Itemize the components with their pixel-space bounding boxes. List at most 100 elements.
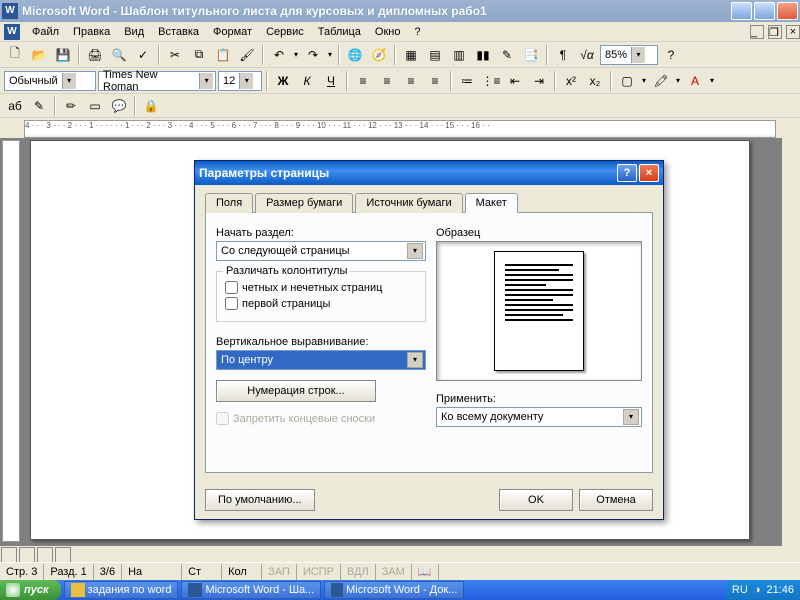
drawing-icon[interactable]: ✎ [496,44,518,66]
align-left-icon[interactable]: ≡ [352,70,374,92]
taskbar-item-folder[interactable]: задания по word [64,581,179,599]
insert-table-icon[interactable]: ▤ [424,44,446,66]
redo-icon[interactable]: ↷ [302,44,324,66]
chevron-down-icon[interactable]: ▾ [199,73,213,89]
odd-even-checkbox[interactable]: четных и нечетных страниц [225,281,417,294]
clock[interactable]: 21:46 [766,584,794,596]
menu-help[interactable]: ? [408,24,426,40]
chevron-down-icon[interactable]: ▾ [62,73,76,89]
tab-paper-size[interactable]: Размер бумаги [255,193,353,213]
outline-view-icon[interactable] [55,547,71,563]
decrease-indent-icon[interactable]: ⇤ [504,70,526,92]
menu-service[interactable]: Сервис [260,24,310,40]
save-icon[interactable]: 💾 [52,44,74,66]
pen-icon[interactable]: ✏ [60,95,82,117]
columns-icon[interactable]: ▮▮ [472,44,494,66]
doc-close-button[interactable]: × [786,25,800,39]
status-ovr[interactable]: ЗАМ [376,564,412,580]
dialog-help-button[interactable]: ? [617,164,637,182]
small-caps-icon[interactable]: аб [4,95,26,117]
line-numbers-button[interactable]: Нумерация строк... [216,380,376,402]
spellcheck-icon[interactable]: ✓ [132,44,154,66]
font-combo[interactable]: Times New Roman ▾ [98,71,216,91]
menu-edit[interactable]: Правка [67,24,116,40]
status-rec[interactable]: ЗАП [262,564,297,580]
bold-button[interactable]: Ж [272,70,294,92]
tray-icon[interactable]: ◑ [754,584,761,596]
menu-table[interactable]: Таблица [312,24,367,40]
new-doc-icon[interactable]: 🗋 [4,44,26,66]
chevron-down-icon[interactable]: ▾ [407,352,423,368]
dialog-titlebar[interactable]: Параметры страницы ? × [195,161,663,185]
cancel-button[interactable]: Отмена [579,489,653,511]
zoom-combo[interactable]: 85% ▾ [600,45,658,65]
lock-icon[interactable]: 🔒 [140,95,162,117]
tables-borders-icon[interactable]: ▦ [400,44,422,66]
menu-insert[interactable]: Вставка [152,24,205,40]
menu-file[interactable]: Файл [26,24,65,40]
default-button[interactable]: По умолчанию... [205,489,315,511]
doc-minimize-button[interactable]: _ [750,25,764,39]
dialog-close-button[interactable]: × [639,164,659,182]
cut-icon[interactable]: ✂ [164,44,186,66]
apply-combo[interactable]: Ко всему документу ▾ [436,407,642,427]
font-color-dropdown[interactable]: ▾ [708,70,716,92]
chevron-down-icon[interactable]: ▾ [623,409,639,425]
first-page-input[interactable] [225,297,238,310]
normal-view-icon[interactable] [1,547,17,563]
section-start-combo[interactable]: Со следующей страницы ▾ [216,241,426,261]
menu-format[interactable]: Формат [207,24,258,40]
reviewing-icon[interactable]: ✎ [28,95,50,117]
underline-button[interactable]: Ч [320,70,342,92]
format-painter-icon[interactable]: 🖌 [236,44,258,66]
tab-paper-source[interactable]: Источник бумаги [355,193,462,213]
system-tray[interactable]: RU ◑ 21:46 [726,580,800,600]
show-marks-icon[interactable]: ¶ [552,44,574,66]
status-book-icon[interactable]: 📖 [412,564,439,580]
align-center-icon[interactable]: ≡ [376,70,398,92]
open-icon[interactable]: 📂 [28,44,50,66]
menu-window[interactable]: Окно [369,24,407,40]
undo-icon[interactable]: ↶ [268,44,290,66]
subscript-icon[interactable]: x₂ [584,70,606,92]
highlight2-icon[interactable]: ▭ [84,95,106,117]
doc-map-icon[interactable]: 📑 [520,44,542,66]
highlight-dropdown[interactable]: ▾ [674,70,682,92]
tab-layout[interactable]: Макет [465,193,518,213]
print-layout-view-icon[interactable] [37,547,53,563]
italic-button[interactable]: К [296,70,318,92]
sqrt-icon[interactable]: √α [576,44,598,66]
print-icon[interactable]: 🖨 [84,44,106,66]
undo-dropdown[interactable]: ▾ [292,44,300,66]
vertical-ruler[interactable] [2,140,20,542]
borders-dropdown[interactable]: ▾ [640,70,648,92]
status-trk[interactable]: ИСПР [297,564,341,580]
horizontal-ruler[interactable]: 4 · · · 3 · · · 2 · · · 1 · · · · · · 1 … [24,120,776,138]
hyperlink-icon[interactable]: 🌐 [344,44,366,66]
web-toolbar-icon[interactable]: 🧭 [368,44,390,66]
copy-icon[interactable]: ⧉ [188,44,210,66]
minimize-button[interactable] [731,2,752,20]
bulleted-list-icon[interactable]: ⋮≡ [480,70,502,92]
superscript-icon[interactable]: x² [560,70,582,92]
redo-dropdown[interactable]: ▾ [326,44,334,66]
start-button[interactable]: пуск [0,580,61,600]
ok-button[interactable]: OK [499,489,573,511]
taskbar-item-word-1[interactable]: Microsoft Word - Ша... [181,581,321,599]
style-combo[interactable]: Обычный ▾ [4,71,96,91]
font-color-icon[interactable]: A [684,70,706,92]
align-right-icon[interactable]: ≡ [400,70,422,92]
chevron-down-icon[interactable]: ▾ [239,73,253,89]
valign-combo[interactable]: По центру ▾ [216,350,426,370]
excel-icon[interactable]: ▥ [448,44,470,66]
highlight-icon[interactable]: 🖍 [650,70,672,92]
taskbar-item-word-2[interactable]: Microsoft Word - Док... [324,581,464,599]
first-page-checkbox[interactable]: первой страницы [225,297,417,310]
web-view-icon[interactable] [19,547,35,563]
align-justify-icon[interactable]: ≡ [424,70,446,92]
chevron-down-icon[interactable]: ▾ [631,47,645,63]
menu-view[interactable]: Вид [118,24,150,40]
numbered-list-icon[interactable]: ≔ [456,70,478,92]
status-ext[interactable]: ВДЛ [341,564,376,580]
font-size-combo[interactable]: 12 ▾ [218,71,262,91]
